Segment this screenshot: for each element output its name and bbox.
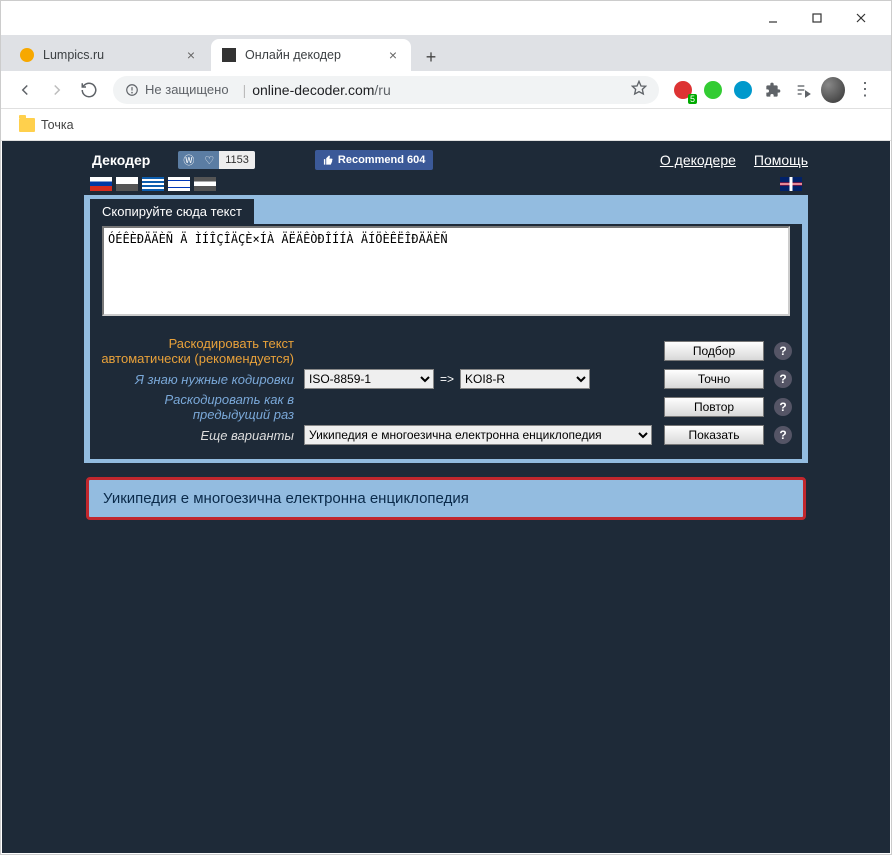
- site-header: Декодер Ⓦ♡ 1153 Recommend 604 О декодере…: [84, 147, 808, 173]
- help-icon[interactable]: ?: [774, 398, 792, 416]
- window-titlebar: [1, 1, 891, 35]
- site-brand: Декодер: [84, 152, 150, 168]
- result-text: Уикипедия е многоезична електронна енцик…: [103, 490, 469, 507]
- extension-icons: 5 ⋮: [667, 78, 883, 102]
- auto-decode-button[interactable]: Подбор: [664, 341, 764, 361]
- flag-icon[interactable]: [194, 177, 216, 191]
- bookmark-star-icon[interactable]: [631, 80, 647, 99]
- decode-result: Уикипедия е многоезична електронна енцик…: [86, 477, 806, 520]
- folder-icon: [19, 118, 35, 132]
- language-flags: [84, 173, 808, 195]
- warning-icon: [125, 83, 139, 97]
- maximize-button[interactable]: [795, 4, 839, 32]
- help-icon[interactable]: ?: [774, 426, 792, 444]
- flag-uk-icon[interactable]: [780, 177, 802, 191]
- page-viewport: Декодер Ⓦ♡ 1153 Recommend 604 О декодере…: [2, 141, 890, 853]
- tab-lumpics[interactable]: Lumpics.ru ×: [9, 39, 209, 71]
- ext-badge: 5: [688, 94, 697, 104]
- new-tab-button[interactable]: +: [417, 43, 445, 71]
- extension-icon[interactable]: [701, 78, 725, 102]
- vk-icon: Ⓦ: [178, 152, 199, 168]
- extensions-puzzle-icon[interactable]: [761, 78, 785, 102]
- about-link[interactable]: О декодере: [660, 152, 736, 168]
- minimize-button[interactable]: [751, 4, 795, 32]
- bookmarks-bar: Точка: [1, 109, 891, 141]
- repeat-decode-button[interactable]: Повтор: [664, 397, 764, 417]
- fb-recommend-badge[interactable]: Recommend 604: [315, 150, 433, 170]
- more-variants-label: Еще варианты: [100, 428, 304, 443]
- extension-icon[interactable]: [731, 78, 755, 102]
- favicon-lumpics-icon: [19, 47, 35, 63]
- flag-il-icon[interactable]: [168, 177, 190, 191]
- bookmark-label: Точка: [41, 118, 74, 132]
- known-encodings-label: Я знаю нужные кодировки: [100, 372, 304, 387]
- thumbs-up-icon: [323, 155, 334, 166]
- flag-ru-icon[interactable]: [90, 177, 112, 191]
- fb-label: Recommend 604: [338, 154, 425, 166]
- prev-decode-label: Раскодировать как в предыдущий раз: [100, 392, 304, 422]
- favicon-decoder-icon: [221, 47, 237, 63]
- browser-menu-button[interactable]: ⋮: [851, 79, 879, 100]
- divider: |: [243, 82, 247, 98]
- flag-icon[interactable]: [116, 177, 138, 191]
- tab-title: Lumpics.ru: [43, 48, 183, 62]
- decoder-input[interactable]: ÓÉÊÈĐÄÄÈÑ Ä ÌÍÎÇÎÄÇÈ×ÍÀ ÄËÄÊÒĐÎÍÍÀ ÄÍÖÈÊ…: [102, 226, 790, 316]
- url-path: /ru: [374, 82, 390, 98]
- insecure-label: Не защищено: [145, 82, 229, 97]
- tab-strip: Lumpics.ru × Онлайн декодер × +: [1, 35, 891, 71]
- tab-close-icon[interactable]: ×: [183, 47, 199, 63]
- flag-gr-icon[interactable]: [142, 177, 164, 191]
- encoding-from-select[interactable]: ISO-8859-1: [304, 369, 434, 389]
- encoding-to-select[interactable]: KOI8-R: [460, 369, 590, 389]
- help-link[interactable]: Помощь: [754, 152, 808, 168]
- address-bar: Не защищено | online-decoder.com/ru 5 ⋮: [1, 71, 891, 109]
- auto-decode-label: Раскодировать текст автоматически (реком…: [100, 336, 304, 366]
- forward-button[interactable]: [41, 74, 73, 106]
- reload-button[interactable]: [73, 74, 105, 106]
- vk-like-count: 1153: [219, 151, 255, 169]
- tab-title: Онлайн декодер: [245, 48, 385, 62]
- decode-controls: Раскодировать текст автоматически (реком…: [90, 331, 802, 459]
- close-button[interactable]: [839, 4, 883, 32]
- variants-select[interactable]: Уикипедия е многоезична електронна енцик…: [304, 425, 652, 445]
- extension-icon[interactable]: 5: [671, 78, 695, 102]
- bookmark-folder[interactable]: Точка: [11, 114, 82, 136]
- exact-decode-button[interactable]: Точно: [664, 369, 764, 389]
- tab-decoder[interactable]: Онлайн декодер ×: [211, 39, 411, 71]
- heart-icon: ♡: [199, 154, 219, 167]
- media-control-icon[interactable]: [791, 78, 815, 102]
- insecure-indicator[interactable]: Не защищено: [125, 82, 229, 97]
- show-button[interactable]: Показать: [664, 425, 764, 445]
- help-icon[interactable]: ?: [774, 342, 792, 360]
- omnibox[interactable]: Не защищено | online-decoder.com/ru: [113, 76, 659, 104]
- back-button[interactable]: [9, 74, 41, 106]
- tab-close-icon[interactable]: ×: [385, 47, 401, 63]
- vk-like-badge[interactable]: Ⓦ♡ 1153: [178, 151, 255, 169]
- profile-avatar[interactable]: [821, 78, 845, 102]
- url-host: online-decoder.com: [252, 82, 374, 98]
- section-heading: Скопируйте сюда текст: [90, 199, 254, 224]
- arrow-icon: =>: [434, 372, 460, 386]
- help-icon[interactable]: ?: [774, 370, 792, 388]
